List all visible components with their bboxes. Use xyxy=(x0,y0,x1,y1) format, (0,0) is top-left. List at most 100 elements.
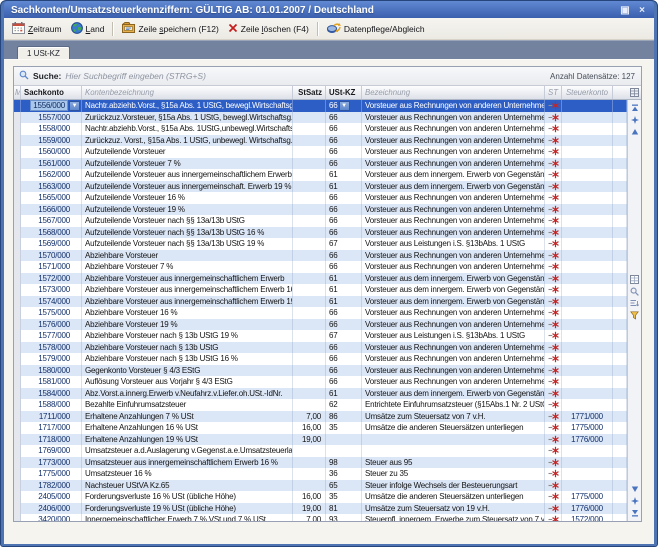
cell-row-selector[interactable] xyxy=(14,422,21,434)
cell-steuerkonto[interactable] xyxy=(562,353,613,365)
cell-ustkz[interactable]: 66 xyxy=(326,250,362,262)
cell-row-selector[interactable] xyxy=(14,365,21,377)
cell-bezeichnung[interactable]: Vorsteuer aus Rechnungen von anderen Unt… xyxy=(362,100,545,112)
cell-bezeichnung[interactable]: Vorsteuer aus dem innergem. Erwerb von G… xyxy=(362,169,545,181)
scroll-up-button[interactable] xyxy=(629,127,640,137)
cell-steuerkonto[interactable] xyxy=(562,365,613,377)
cell-kontenbezeichnung[interactable]: Abziehbare Vorsteuer aus innergemeinscha… xyxy=(82,273,293,285)
cell-kontenbezeichnung[interactable]: Abziehbare Vorsteuer 7 % xyxy=(82,261,293,273)
cell-kontenbezeichnung[interactable]: Aufzuteilende Vorsteuer nach §§ 13a/13b … xyxy=(82,238,293,250)
cell-sachkonto[interactable]: 1559/000 xyxy=(21,135,82,147)
cell-kontenbezeichnung[interactable]: Erhaltene Anzahlungen 19 % USt xyxy=(82,434,293,446)
cell-bezeichnung[interactable]: Vorsteuer aus dem innergem. Erwerb von G… xyxy=(362,273,545,285)
table-row[interactable]: 1782/000Nachsteuer UStVA Kz.6565Steuer i… xyxy=(14,480,627,492)
cell-kontenbezeichnung[interactable]: Umsatzsteuer aus innergemeinschaftlichem… xyxy=(82,457,293,469)
cell-sachkonto[interactable]: 1568/000 xyxy=(21,227,82,239)
cell-sachkonto[interactable]: 1577/000 xyxy=(21,330,82,342)
cell-bezeichnung[interactable] xyxy=(362,434,545,446)
column-header-ustkz[interactable]: USt-KZ xyxy=(326,86,362,99)
cell-bezeichnung[interactable]: Vorsteuer aus Rechnungen von anderen Unt… xyxy=(362,158,545,170)
table-row[interactable]: 1571/000Abziehbare Vorsteuer 7 %66Vorste… xyxy=(14,261,627,273)
cell-st[interactable] xyxy=(545,491,562,503)
zeitraum-button[interactable]: Zeitraum xyxy=(8,21,66,37)
cell-row-selector[interactable] xyxy=(14,135,21,147)
cell-ustkz[interactable]: 66 xyxy=(326,319,362,331)
dropdown-arrow-icon[interactable]: ▼ xyxy=(339,101,350,111)
cell-steuerkonto[interactable] xyxy=(562,158,613,170)
cell-row-selector[interactable] xyxy=(14,284,21,296)
restore-icon[interactable]: ▣ xyxy=(618,4,632,16)
cell-st[interactable] xyxy=(545,457,562,469)
cell-ustkz[interactable]: 66 xyxy=(326,227,362,239)
cell-ustkz[interactable] xyxy=(326,445,362,457)
dropdown-arrow-icon[interactable]: ▼ xyxy=(69,101,80,111)
cell-kontenbezeichnung[interactable]: Nachtr.abziehb.Vorst., §15a Abs. 1 UStG,… xyxy=(82,100,293,112)
cell-sachkonto[interactable]: 1773/000 xyxy=(21,457,82,469)
cell-row-selector[interactable] xyxy=(14,123,21,135)
cell-row-selector[interactable] xyxy=(14,480,21,492)
cell-stsatz[interactable] xyxy=(293,445,326,457)
cell-stsatz[interactable] xyxy=(293,238,326,250)
cell-ustkz[interactable]: 65 xyxy=(326,480,362,492)
cell-sachkonto[interactable]: 1565/000 xyxy=(21,192,82,204)
cell-ustkz[interactable]: 61 xyxy=(326,296,362,308)
close-icon[interactable]: × xyxy=(635,4,649,16)
cell-bezeichnung[interactable]: Umsätze zum Steuersatz von 7 v.H. xyxy=(362,411,545,423)
cell-row-selector[interactable] xyxy=(14,491,21,503)
cell-steuerkonto[interactable] xyxy=(562,468,613,480)
cell-st[interactable] xyxy=(545,376,562,388)
cell-kontenbezeichnung[interactable]: Abziehbare Vorsteuer xyxy=(82,250,293,262)
cell-stsatz[interactable]: 19,00 xyxy=(293,503,326,515)
cell-stsatz[interactable] xyxy=(293,123,326,135)
cell-steuerkonto[interactable]: 1771/000 xyxy=(562,411,613,423)
table-row[interactable]: 3420/000Innergemeinschaftlicher Erwerb 7… xyxy=(14,514,627,521)
cell-stsatz[interactable]: 7,00 xyxy=(293,411,326,423)
cell-sachkonto[interactable]: 1571/000 xyxy=(21,261,82,273)
scroll-first-button[interactable] xyxy=(629,103,640,113)
table-row[interactable]: 1562/000Aufzuteilende Vorsteuer aus inne… xyxy=(14,169,627,181)
table-row[interactable]: 1580/000Gegenkonto Vorsteuer § 4/3 EStG6… xyxy=(14,365,627,377)
cell-row-selector[interactable] xyxy=(14,204,21,216)
cell-kontenbezeichnung[interactable]: Erhaltene Anzahlungen 7 % USt xyxy=(82,411,293,423)
cell-st[interactable] xyxy=(545,422,562,434)
cell-bezeichnung[interactable]: Vorsteuer aus Rechnungen von anderen Unt… xyxy=(362,204,545,216)
cell-sachkonto[interactable]: 1581/000 xyxy=(21,376,82,388)
cell-ustkz[interactable]: 66 xyxy=(326,342,362,354)
cell-st[interactable] xyxy=(545,319,562,331)
cell-sachkonto[interactable]: 1575/000 xyxy=(21,307,82,319)
cell-sachkonto[interactable]: 1561/000 xyxy=(21,158,82,170)
cell-sachkonto[interactable]: 1588/000 xyxy=(21,399,82,411)
cell-ustkz[interactable]: 86 xyxy=(326,411,362,423)
table-row[interactable]: 1579/000Abziehbare Vorsteuer nach § 13b … xyxy=(14,353,627,365)
scroll-last-button[interactable] xyxy=(629,508,640,518)
cell-st[interactable] xyxy=(545,468,562,480)
cell-ustkz[interactable]: 66▼ xyxy=(326,100,362,112)
cell-row-selector[interactable] xyxy=(14,227,21,239)
cell-st[interactable] xyxy=(545,181,562,193)
cell-stsatz[interactable] xyxy=(293,480,326,492)
cell-row-selector[interactable] xyxy=(14,376,21,388)
cell-bezeichnung[interactable]: Vorsteuer aus Rechnungen von anderen Unt… xyxy=(362,112,545,124)
cell-st[interactable] xyxy=(545,135,562,147)
table-row[interactable]: 1769/000Umsatzsteuer a.d.Auslagerung v.G… xyxy=(14,445,627,457)
cell-row-selector[interactable] xyxy=(14,514,21,521)
cell-kontenbezeichnung[interactable]: Aufzuteilende Vorsteuer 16 % xyxy=(82,192,293,204)
table-row[interactable]: 2406/000Forderungsverluste 19 % USt (übl… xyxy=(14,503,627,515)
table-row[interactable]: 1711/000Erhaltene Anzahlungen 7 % USt7,0… xyxy=(14,411,627,423)
cell-ustkz[interactable] xyxy=(326,434,362,446)
cell-row-selector[interactable] xyxy=(14,399,21,411)
cell-ustkz[interactable]: 35 xyxy=(326,422,362,434)
cell-stsatz[interactable] xyxy=(293,215,326,227)
cell-bezeichnung[interactable]: Vorsteuer aus Rechnungen von anderen Unt… xyxy=(362,215,545,227)
cell-row-selector[interactable] xyxy=(14,112,21,124)
cell-steuerkonto[interactable] xyxy=(562,296,613,308)
cell-st[interactable] xyxy=(545,169,562,181)
cell-bezeichnung[interactable]: Entrichtete Einfuhrumsatzsteuer (§15Abs.… xyxy=(362,399,545,411)
cell-ustkz[interactable]: 98 xyxy=(326,457,362,469)
table-row[interactable]: 1557/000Zurückzuz.Vorsteuer, §15a Abs. 1… xyxy=(14,112,627,124)
cell-stsatz[interactable] xyxy=(293,365,326,377)
cell-row-selector[interactable] xyxy=(14,503,21,515)
cell-stsatz[interactable] xyxy=(293,388,326,400)
cell-stsatz[interactable] xyxy=(293,204,326,216)
cell-bezeichnung[interactable]: Vorsteuer aus Rechnungen von anderen Unt… xyxy=(362,376,545,388)
